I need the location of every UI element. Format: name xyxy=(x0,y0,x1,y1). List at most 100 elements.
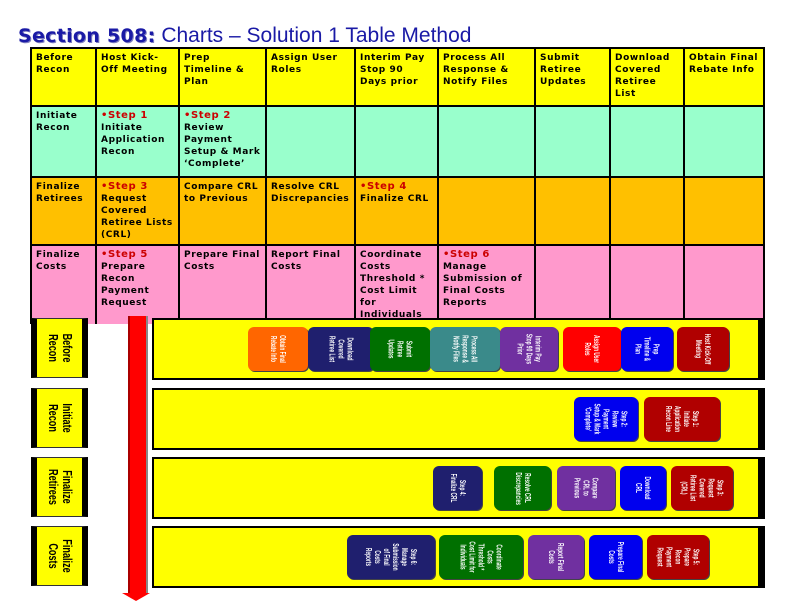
swim-lane: Obtain Final Rebate Info Download Covered… xyxy=(152,318,765,380)
table-cell: •Step 2 Review Payment Setup & Mark ‘Comp… xyxy=(178,105,267,178)
cell-text: Finalize CRL xyxy=(360,194,429,204)
step-label: •Step 3 xyxy=(101,181,148,192)
lane-label: Initiate Recon xyxy=(31,388,88,448)
table-cell xyxy=(609,244,685,324)
process-step-text: Step 5: Prepare Recon Payment Request xyxy=(655,546,701,568)
title-prefix: Section 508: xyxy=(18,25,156,47)
swim-lane: Step 6: Manage Submission of Final Costs… xyxy=(152,526,765,588)
table-cell xyxy=(534,176,611,246)
process-step-box: Obtain Final Rebate Info xyxy=(248,327,308,371)
process-step-box: Compare CRL to Previous xyxy=(557,466,615,510)
header-cell: Before Recon xyxy=(30,47,97,107)
cell-text: Request Covered Retiree Lists (CRL) xyxy=(101,194,173,240)
process-step-box: Step 2: Review Payment Setup & Mark ‘Com… xyxy=(574,397,638,441)
process-step-text: Step 1: Initiate Application Recon Line xyxy=(664,405,700,433)
process-step-text: Coordinate Costs Threshold * Cost Limit … xyxy=(458,541,504,573)
process-step-text: Step 6: Manage Submission of Final Costs… xyxy=(364,543,418,571)
process-step-box: Report Final Costs xyxy=(528,535,584,579)
lane-label-text: Finalize xyxy=(59,470,75,504)
table-cell xyxy=(437,176,536,246)
table-cell: Compare CRL to Previous xyxy=(178,176,267,246)
process-step-box: Step 5: Prepare Recon Payment Request xyxy=(647,535,709,579)
table-cell: Resolve CRL Discrepancies xyxy=(265,176,356,246)
lane-label: Finalize Retirees xyxy=(31,457,88,517)
header-cell: Interim Pay Stop 90 Days prior xyxy=(354,47,439,107)
table-cell xyxy=(683,244,765,324)
phase-label: Initiate Recon xyxy=(30,105,97,178)
process-step-box: Download Covered Retiree List xyxy=(308,327,374,371)
header-cell: Host Kick-Off Meeting xyxy=(95,47,180,107)
table-cell xyxy=(534,105,611,178)
table-cell xyxy=(609,105,685,178)
lane-label-text: Initiate xyxy=(59,403,75,433)
header-row: Before Recon Host Kick-Off Meeting Prep … xyxy=(30,47,765,107)
process-step-text: Step 3: Request Covered Retiree List (CR… xyxy=(679,474,725,502)
process-step-box: Resolve CRL Discrepancies xyxy=(494,466,551,510)
lane-label-text: Finalize xyxy=(59,539,75,573)
step-label: •Step 5 xyxy=(101,249,148,260)
process-step-text: Submit Retiree Updates xyxy=(386,339,414,359)
process-step-box: Host Kick-Off Meeting xyxy=(677,327,729,371)
table-cell xyxy=(609,176,685,246)
process-step-box: Step 4: Finalize CRL xyxy=(433,466,482,510)
table-row: Initiate Recon •Step 1 Initiate Applicatio… xyxy=(30,105,765,178)
table-cell: •Step 5 Prepare Recon Payment Request xyxy=(95,244,180,324)
table-cell: •Step 6 Manage Submission of Final Costs … xyxy=(437,244,536,324)
process-step-box: Assign User Roles xyxy=(563,327,621,371)
cell-text: Prepare Recon Payment Request xyxy=(101,262,150,308)
process-step-box: Step 6: Manage Submission of Final Costs… xyxy=(347,535,435,579)
process-step-text: Download CRL xyxy=(634,476,652,500)
cell-text: Compare CRL to Previous xyxy=(184,182,259,204)
table-cell xyxy=(265,105,356,178)
process-step-box: Step 3: Request Covered Retiree List (CR… xyxy=(671,466,733,510)
lane-label-text: Recon xyxy=(45,404,61,432)
header-cell: Obtain Final Rebate Info xyxy=(683,47,765,107)
process-step-text: Assign User Roles xyxy=(583,334,601,364)
process-step-box: Step 1: Initiate Application Recon Line xyxy=(644,397,720,441)
process-step-text: Process All Response & Notify Files xyxy=(451,335,479,363)
header-cell: Prep Timeline & Plan xyxy=(178,47,267,107)
process-step-text: Prep Timeline & Plan xyxy=(633,336,661,362)
lane-label-text: Recon xyxy=(45,334,61,362)
table-cell xyxy=(534,244,611,324)
step-label: •Step 2 xyxy=(184,110,231,121)
process-step-text: Report Final Costs xyxy=(547,542,565,571)
process-step-box: Interim Pay Stop 90 Days Prior xyxy=(500,327,558,371)
cell-text: Coordinate Costs Threshold * Cost Limit … xyxy=(360,250,426,320)
process-table: Before Recon Host Kick-Off Meeting Prep … xyxy=(30,47,765,324)
cell-text: Report Final Costs xyxy=(271,250,341,272)
timeline-arrow xyxy=(128,316,146,594)
swim-lane: Step 4: Finalize CRL Resolve CRL Discrepa… xyxy=(152,457,765,519)
header-cell: Assign User Roles xyxy=(265,47,356,107)
table-row: Finalize Retirees •Step 3 Request Covered … xyxy=(30,176,765,246)
lane-label: Finalize Costs xyxy=(31,526,88,586)
header-cell: Submit Retiree Updates xyxy=(534,47,611,107)
cell-text: Manage Submission of Final Costs Reports xyxy=(443,262,523,308)
process-step-box: Coordinate Costs Threshold * Cost Limit … xyxy=(439,535,523,579)
table-cell: •Step 1 Initiate Application Recon xyxy=(95,105,180,178)
header-cell: Process All Response & Notify Files xyxy=(437,47,536,107)
cell-text: Initiate Application Recon xyxy=(101,123,166,157)
step-label: •Step 6 xyxy=(443,249,490,260)
process-step-text: Obtain Final Rebate Info xyxy=(269,335,287,363)
process-step-box: Prep Timeline & Plan xyxy=(621,327,673,371)
header-cell: Download Covered Retiree List xyxy=(609,47,685,107)
step-label: •Step 4 xyxy=(360,181,407,192)
arrow-head-icon xyxy=(122,593,150,601)
table-cell: •Step 4 Finalize CRL xyxy=(354,176,439,246)
table-cell xyxy=(683,105,765,178)
table-cell xyxy=(683,176,765,246)
phase-label: Finalize Retirees xyxy=(30,176,97,246)
swim-lane: Step 2: Review Payment Setup & Mark ‘Com… xyxy=(152,388,765,450)
table-cell: Coordinate Costs Threshold * Cost Limit … xyxy=(354,244,439,324)
lane-label-text: Costs xyxy=(45,543,61,569)
step-label: •Step 1 xyxy=(101,110,148,121)
table-cell xyxy=(354,105,439,178)
cell-text: Review Payment Setup & Mark ‘Complete’ xyxy=(184,123,261,169)
process-step-text: Step 2: Review Payment Setup & Mark ‘Com… xyxy=(583,403,629,435)
lane-label-text: Retirees xyxy=(45,469,61,505)
cell-text: Resolve CRL Discrepancies xyxy=(271,182,350,204)
table-cell: Report Final Costs xyxy=(265,244,356,324)
page-title: Section 508: Charts – Solution 1 Table M… xyxy=(18,24,471,48)
process-step-text: Prepare Final Costs xyxy=(606,541,625,573)
